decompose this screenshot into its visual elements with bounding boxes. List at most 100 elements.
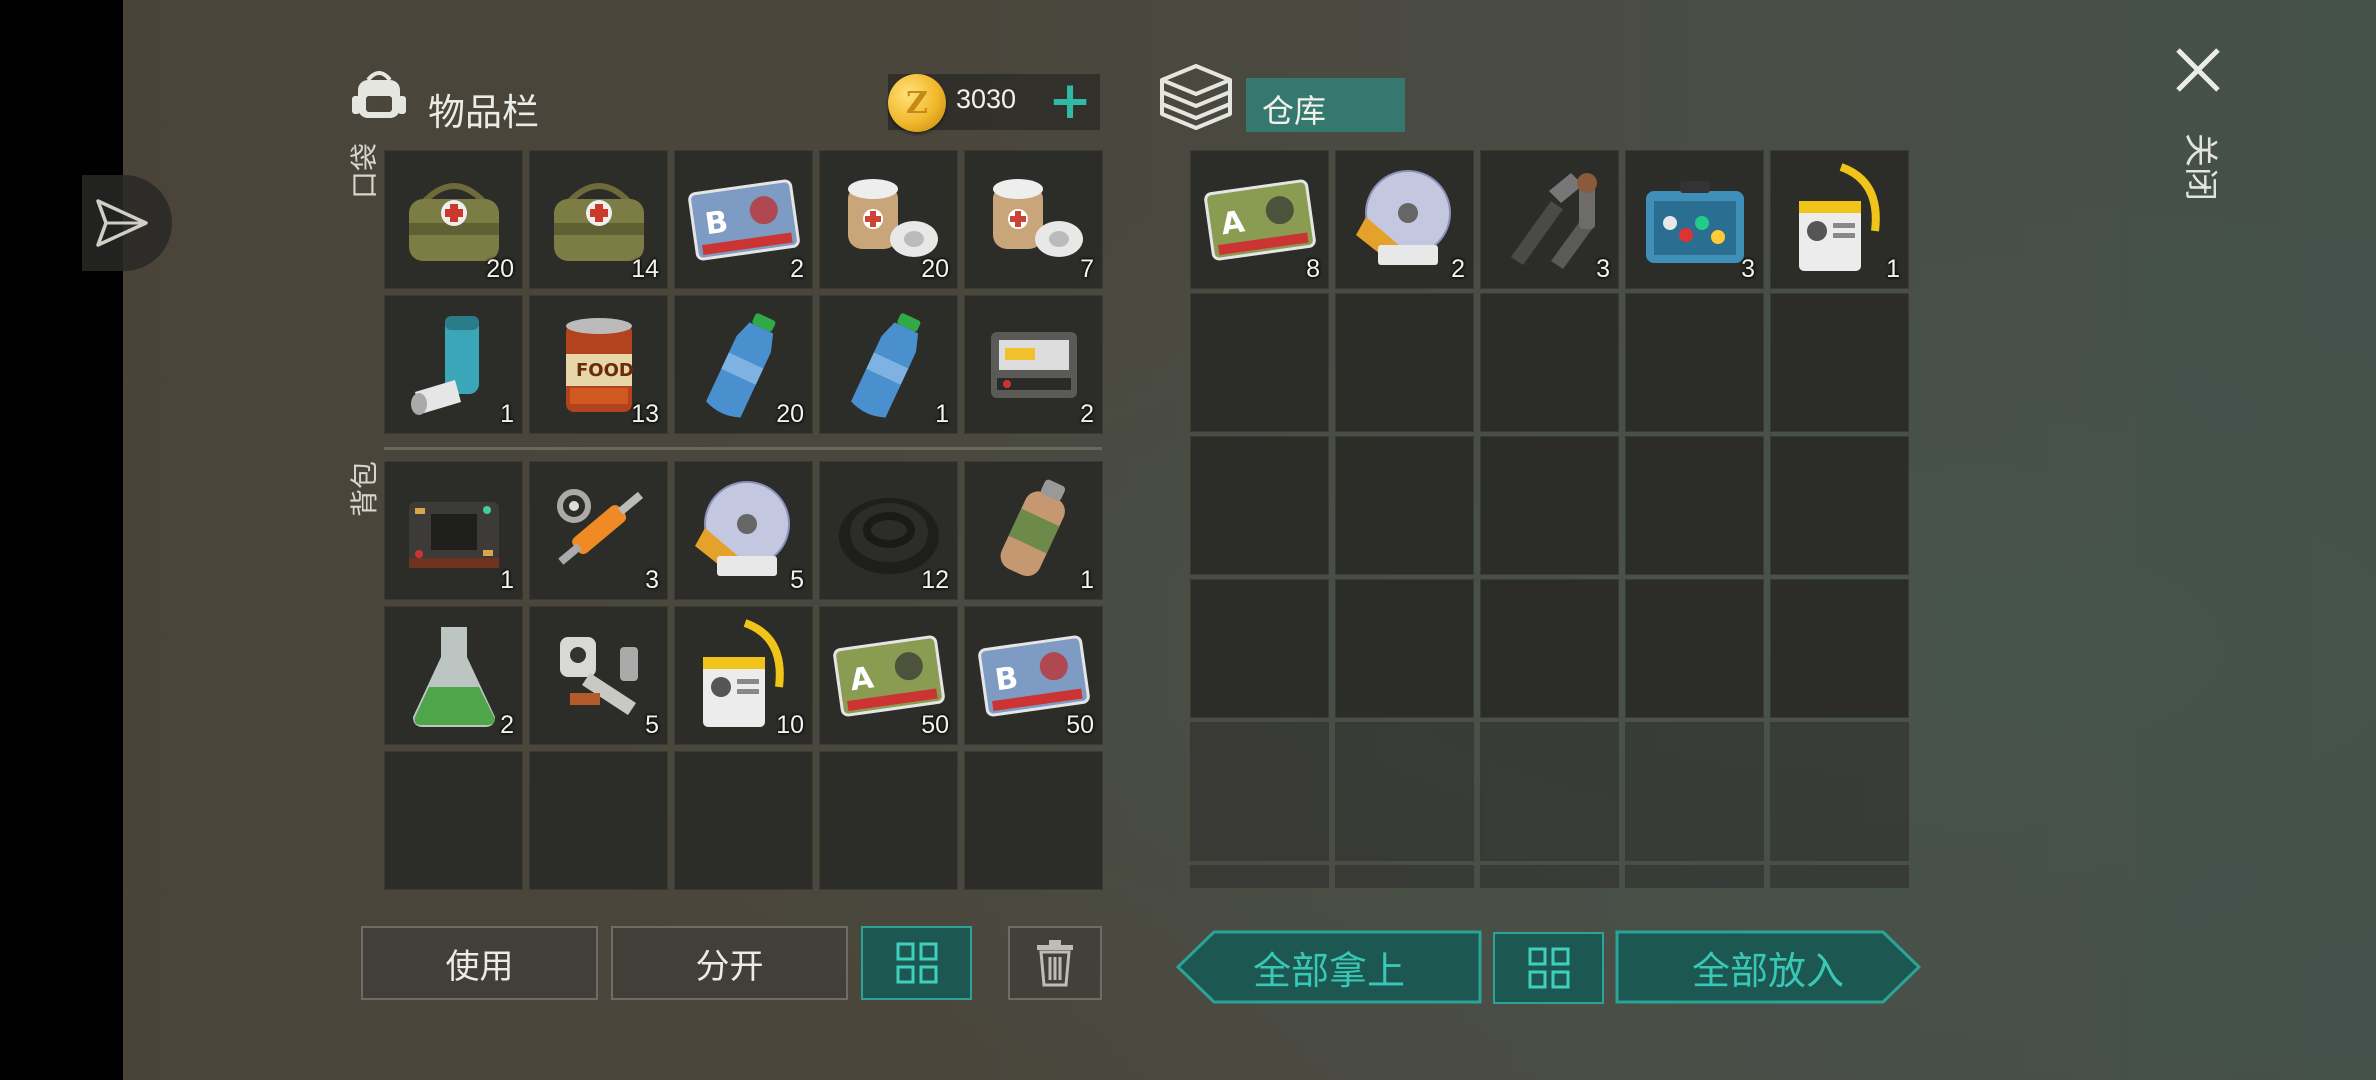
sort-inventory-button[interactable] [861, 926, 972, 1000]
empty-slot[interactable] [1625, 436, 1764, 575]
item-slot[interactable]: 10 [674, 606, 813, 745]
item-slot[interactable]: 3 [529, 461, 668, 600]
empty-slot[interactable] [1480, 293, 1619, 432]
empty-slot[interactable] [1625, 722, 1764, 861]
empty-slot[interactable] [1335, 722, 1474, 861]
empty-slot[interactable] [1625, 579, 1764, 718]
item-slot[interactable]: 1 [1770, 150, 1909, 289]
empty-slot[interactable] [1480, 436, 1619, 575]
empty-slot[interactable] [1770, 865, 1909, 888]
item-slot[interactable]: B2 [674, 150, 813, 289]
empty-slot[interactable] [674, 751, 813, 890]
item-slot[interactable]: 2 [1335, 150, 1474, 289]
item-slot[interactable]: 7 [964, 150, 1103, 289]
item-slot[interactable]: 20 [384, 150, 523, 289]
close-icon[interactable] [2172, 44, 2224, 96]
warehouse-name-field[interactable]: 仓库 [1246, 78, 1405, 132]
take-all-label: 全部拿上 [1252, 948, 1405, 993]
toolbox-icon [1646, 181, 1744, 263]
take-all-button[interactable]: 全部拿上 [1176, 930, 1482, 1004]
put-all-button[interactable]: 全部放入 [1615, 930, 1921, 1004]
item-slot[interactable]: 3 [1625, 150, 1764, 289]
item-quantity: 7 [1080, 255, 1094, 283]
item-slot[interactable]: 1 [964, 461, 1103, 600]
item-slot[interactable]: 20 [674, 295, 813, 434]
item-slot[interactable]: 14 [529, 150, 668, 289]
empty-slot[interactable] [819, 751, 958, 890]
item-slot[interactable]: A8 [1190, 150, 1329, 289]
item-slot[interactable]: 1 [384, 461, 523, 600]
svg-text:B: B [703, 204, 731, 242]
coin-amount: 3030 [956, 84, 1017, 114]
water-bottle-icon [851, 313, 921, 418]
item-slot[interactable]: 20 [819, 150, 958, 289]
circuit-chip-icon [409, 502, 499, 568]
empty-slot[interactable] [1190, 436, 1329, 575]
inventory-title: 物品栏 [428, 91, 539, 134]
empty-slot[interactable] [1625, 865, 1764, 888]
empty-slot[interactable] [529, 751, 668, 890]
chemical-flask-icon [413, 627, 495, 727]
empty-slot[interactable] [1190, 722, 1329, 861]
empty-slot[interactable] [1480, 865, 1619, 888]
warehouse-boxes-icon [1160, 64, 1232, 130]
empty-slot[interactable] [1335, 579, 1474, 718]
item-slot[interactable]: 3 [1480, 150, 1619, 289]
warehouse-grid: A8 2 3 3 1 [1190, 150, 1909, 888]
item-quantity: 13 [631, 400, 659, 428]
item-slot[interactable]: 5 [529, 606, 668, 745]
empty-slot[interactable] [1770, 293, 1909, 432]
empty-slot[interactable] [384, 751, 523, 890]
empty-slot[interactable] [1625, 293, 1764, 432]
item-slot[interactable]: B 50 [964, 606, 1103, 745]
item-quantity: 2 [1451, 255, 1465, 283]
empty-slot[interactable] [1480, 579, 1619, 718]
item-quantity: 1 [1886, 255, 1900, 283]
empty-slot[interactable] [1770, 722, 1909, 861]
trash-button[interactable] [1008, 926, 1102, 1000]
gas-canister-icon [1000, 479, 1066, 577]
item-quantity: 14 [631, 255, 659, 283]
share-button[interactable] [82, 175, 172, 271]
item-quantity: 2 [500, 711, 514, 739]
item-slot[interactable]: 12 [819, 461, 958, 600]
item-slot[interactable]: 2 [964, 295, 1103, 434]
close-label[interactable]: 关闭 [2180, 128, 2220, 201]
add-coins-button[interactable]: + [1040, 74, 1100, 130]
item-quantity: 12 [921, 566, 949, 594]
item-quantity: 20 [486, 255, 514, 283]
metal-pipes-icon [1511, 173, 1597, 269]
item-quantity: 10 [776, 711, 804, 739]
send-arrow-icon [96, 199, 148, 247]
right-shade [2130, 0, 2376, 1080]
item-quantity: 20 [776, 400, 804, 428]
item-quantity: 50 [1066, 711, 1094, 739]
pocket-grid: 20 14 B 2 20 7 1 FOOD 13 20 1 2 [384, 150, 1103, 434]
pocket-label: 口袋 [348, 143, 381, 200]
empty-slot[interactable] [1770, 579, 1909, 718]
empty-slot[interactable] [1190, 293, 1329, 432]
item-slot[interactable]: 5 [674, 461, 813, 600]
item-slot[interactable]: A 50 [819, 606, 958, 745]
empty-slot[interactable] [1190, 865, 1329, 888]
item-slot[interactable]: 1 [819, 295, 958, 434]
item-slot[interactable]: 2 [384, 606, 523, 745]
empty-slot[interactable] [1770, 436, 1909, 575]
empty-slot[interactable] [1190, 579, 1329, 718]
item-quantity: 5 [645, 711, 659, 739]
empty-slot[interactable] [964, 751, 1103, 890]
id-badge-icon [1799, 163, 1880, 271]
empty-slot[interactable] [1480, 722, 1619, 861]
hydraulic-cylinder-icon [557, 489, 644, 565]
empty-slot[interactable] [1335, 436, 1474, 575]
use-button[interactable]: 使用 [361, 926, 598, 1000]
empty-slot[interactable] [1335, 293, 1474, 432]
item-slot[interactable]: 1 [384, 295, 523, 434]
sort-warehouse-button[interactable] [1493, 932, 1604, 1004]
split-button[interactable]: 分开 [611, 926, 848, 1000]
warehouse-title: 仓库 [1262, 92, 1327, 130]
item-slot[interactable]: FOOD 13 [529, 295, 668, 434]
item-quantity: 20 [921, 255, 949, 283]
empty-slot[interactable] [1335, 865, 1474, 888]
game-screen: 物品栏 Z 3030 + 仓库 口袋 背包 20 14 B 2 20 7 1 FOOD 13 20… [0, 0, 2376, 1080]
